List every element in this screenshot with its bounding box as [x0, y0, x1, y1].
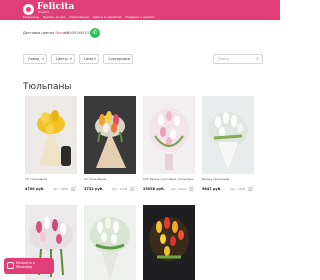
- nav-item-tulips[interactable]: Тюльпаны: [23, 15, 39, 20]
- nav-item-gifts[interactable]: Подарки к цветам: [126, 15, 155, 20]
- white-tulips-bouquet-image: [202, 96, 254, 174]
- filter-occasion-select[interactable]: Повод ▾: [23, 54, 47, 64]
- sort-label: Сортировка: [108, 57, 130, 61]
- cart-icon[interactable]: 🛒: [70, 185, 77, 192]
- whatsapp-chat-button[interactable]: Написать в WhatsApp: [4, 258, 54, 274]
- main-nav: Тюльпаны Букеты из роз Композиции Цветы …: [23, 15, 154, 20]
- logo-icon[interactable]: [23, 4, 34, 15]
- filter-occasion-label: Повод: [28, 57, 40, 61]
- product-image[interactable]: [143, 205, 195, 280]
- delivery-info: Доставка цветов Москва: [23, 31, 69, 35]
- white-pink-tulips-bouquet-image: [143, 96, 195, 174]
- product-image[interactable]: [84, 205, 136, 280]
- product-image[interactable]: [84, 96, 136, 174]
- product-sku: Арт. 3384: [52, 187, 68, 191]
- cart-icon[interactable]: 🛒: [129, 185, 136, 192]
- chevron-down-icon: ▾: [41, 56, 44, 61]
- top-header: Felicita flowers Тюльпаны Букеты из роз …: [0, 0, 280, 20]
- product-price: 3752 руб.: [84, 187, 104, 191]
- product-name[interactable]: Белые тюльпаны: [202, 177, 229, 181]
- sort-select[interactable]: Сортировка ▾: [103, 54, 133, 64]
- product-image[interactable]: [25, 96, 77, 174]
- product-price: 4700 руб.: [25, 187, 45, 191]
- whatsapp-icon[interactable]: ✆: [90, 28, 100, 38]
- yellow-tulips-bouquet-image: [25, 96, 77, 174]
- filter-flowers-select[interactable]: Цветы ▾: [51, 54, 75, 64]
- cart-icon[interactable]: 🛒: [247, 185, 254, 192]
- contact-bar: Доставка цветов Москва +7(909)949103 ✆: [23, 28, 263, 40]
- product-image[interactable]: [202, 96, 254, 174]
- white-green-tulips-image: [84, 205, 136, 280]
- filter-price-label: Цена: [84, 57, 94, 61]
- product-name[interactable]: 15 тюльпанов: [84, 177, 106, 181]
- nav-item-compositions[interactable]: Композиции: [70, 15, 90, 20]
- product-image[interactable]: [143, 96, 195, 174]
- chat-label: Написать в WhatsApp: [16, 261, 35, 269]
- product-sku: Арт. 1208: [229, 187, 245, 191]
- product-name[interactable]: 101 белые и розовые тюльпаны: [143, 177, 194, 181]
- product-sku: Арт. 1118: [111, 187, 127, 191]
- product-price: 25058 руб.: [143, 187, 165, 191]
- product-sku: Арт. 2224: [170, 187, 186, 191]
- red-yellow-tulips-image: [143, 205, 195, 280]
- nav-item-roses[interactable]: Букеты из роз: [43, 15, 65, 20]
- mixed-tulips-bouquet-image: [84, 96, 136, 174]
- filter-price-select[interactable]: Цена ▾: [79, 54, 99, 64]
- search-icon[interactable]: ⌕: [256, 55, 259, 63]
- filter-bar: Повод ▾ Цветы ▾ Цена ▾ Сортировка ▾ Поис…: [23, 54, 263, 64]
- chat-icon: [7, 262, 14, 269]
- search-placeholder: Поиск: [218, 57, 230, 61]
- brand-subtitle: flowers: [38, 10, 49, 14]
- page-title: Тюльпаны: [23, 82, 72, 92]
- chevron-down-icon: ▾: [93, 56, 96, 61]
- nav-item-boxes[interactable]: Цветы в коробках: [93, 15, 121, 20]
- cart-icon[interactable]: 🛒: [188, 185, 195, 192]
- product-price: 9847 руб.: [202, 187, 222, 191]
- delivery-label: Доставка цветов: [23, 31, 55, 35]
- search-input[interactable]: Поиск ⌕: [213, 54, 263, 64]
- phone-number[interactable]: +7(909)949103: [63, 31, 91, 35]
- product-name[interactable]: 15 тюльпанов: [25, 177, 47, 181]
- chevron-down-icon: ▾: [69, 56, 72, 61]
- chevron-down-icon: ▾: [127, 56, 130, 61]
- filter-flowers-label: Цветы: [56, 57, 68, 61]
